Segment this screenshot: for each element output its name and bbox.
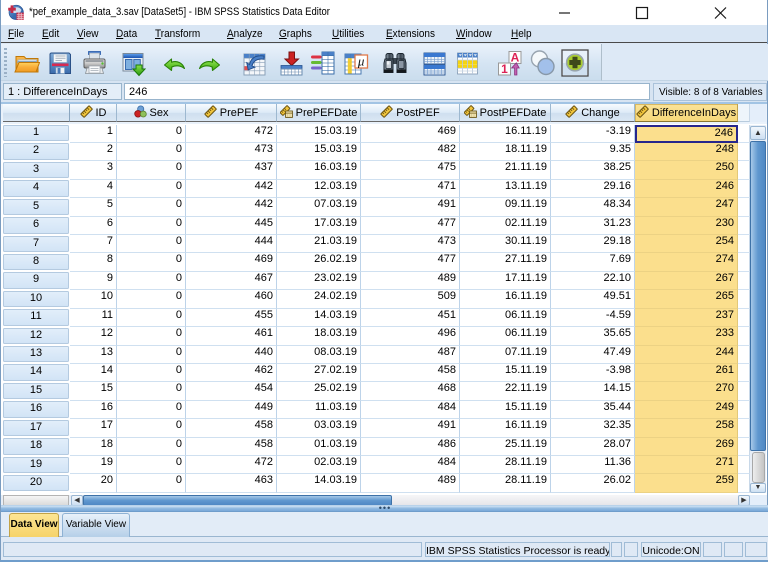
svg-text:μ: μ: [357, 54, 365, 69]
svg-text:A: A: [511, 51, 520, 65]
svg-text:1: 1: [501, 62, 508, 76]
